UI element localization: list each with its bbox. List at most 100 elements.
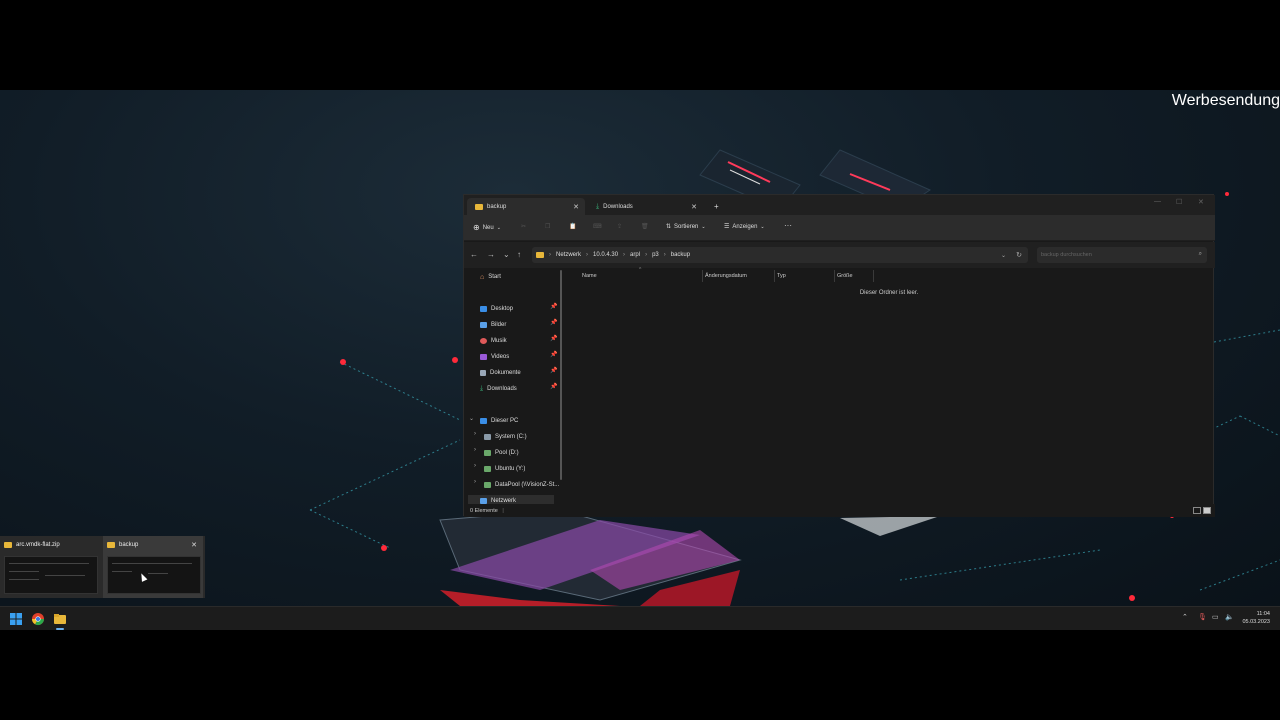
sidebar-item-videos[interactable]: Videos (480, 351, 509, 363)
home-icon: ⌂ (480, 273, 485, 281)
sidebar-item-drive-d[interactable]: Pool (D:) (484, 447, 519, 459)
chevron-down-icon[interactable]: ⌄ (469, 415, 474, 422)
new-label: Neu (482, 224, 494, 231)
tiles-view-icon[interactable] (1203, 507, 1211, 514)
up-icon[interactable]: ↑ (517, 250, 521, 259)
sidebar-item-downloads[interactable]: ⤓ Downloads (480, 383, 517, 395)
sidebar-item-drive-c[interactable]: System (C:) (484, 431, 527, 443)
column-header-size[interactable]: Größe (837, 273, 853, 279)
chevron-right-icon[interactable]: › (474, 431, 476, 437)
pin-icon: 📌 (550, 336, 558, 342)
search-placeholder: backup durchsuchen (1041, 252, 1092, 258)
chevron-right-icon: › (623, 252, 626, 258)
sidebar-item-label: Downloads (487, 386, 517, 392)
sidebar-item-pictures[interactable]: Bilder (480, 319, 506, 331)
sidebar-item-documents[interactable]: Dokumente (480, 367, 521, 379)
tab-downloads[interactable]: ⤓ Downloads ✕ (588, 198, 703, 215)
chrome-icon[interactable] (31, 612, 45, 626)
sidebar-item-label: Start (488, 274, 501, 280)
chevron-right-icon[interactable]: › (474, 447, 476, 453)
pin-icon: 📌 (550, 304, 558, 310)
minimize-icon[interactable]: — (1154, 198, 1161, 205)
sidebar-item-label: Ubuntu (Y:) (495, 466, 526, 472)
column-header-type[interactable]: Typ (777, 273, 786, 279)
close-thumbnail-icon[interactable]: ✕ (191, 541, 197, 549)
sidebar-item-datapool[interactable]: DataPool (\\VisionZ-St... (484, 479, 560, 491)
sidebar-item-label: Desktop (491, 306, 514, 312)
file-explorer-icon[interactable] (53, 612, 67, 626)
address-dropdown-icon[interactable]: ⌄ (1001, 252, 1006, 259)
sidebar-scrollbar[interactable] (560, 270, 562, 480)
file-explorer-window[interactable]: backup ✕ ⤓ Downloads ✕ + — ☐ ✕ ⊕ Neu ⌄ ✂… (463, 194, 1215, 517)
view-icon: ☰ (724, 224, 730, 230)
share-icon[interactable]: ⇪ (617, 223, 622, 230)
search-input[interactable]: backup durchsuchen ⌕ (1037, 247, 1207, 263)
close-tab-icon[interactable]: ✕ (691, 203, 697, 211)
back-icon[interactable]: ← (470, 250, 478, 259)
address-bar[interactable]: › Netzwerk › 10.0.4.30 › arpl › p3 › bac… (532, 247, 1028, 263)
microphone-icon[interactable]: 🎙 (1198, 613, 1207, 621)
letterbox-bottom (0, 630, 1280, 720)
item-count: 0 Elemente (470, 508, 498, 514)
thumbnail-arc-zip[interactable]: arc.vmdk-flat.zip (0, 536, 100, 598)
maximize-icon[interactable]: ☐ (1176, 198, 1182, 206)
empty-folder-message: Dieser Ordner ist leer. (859, 290, 919, 296)
rename-icon[interactable]: ⌨ (593, 223, 602, 230)
sidebar-item-label: Pool (D:) (495, 450, 519, 456)
sidebar-item-start[interactable]: ⌂ Start (480, 271, 501, 283)
desktop-icon (480, 306, 487, 312)
windows-start-icon[interactable] (9, 612, 23, 626)
thumbnail-backup[interactable]: backup ✕ (103, 536, 203, 598)
tab-backup[interactable]: backup ✕ (467, 198, 585, 215)
column-divider[interactable] (702, 270, 703, 282)
column-header-date[interactable]: Änderungsdatum (705, 273, 747, 279)
network-status-icon[interactable]: ▭ (1212, 613, 1219, 621)
sidebar-item-drive-y[interactable]: Ubuntu (Y:) (484, 463, 525, 475)
sidebar-item-label: Bilder (491, 322, 507, 328)
clock[interactable]: 11:04 05.03.2023 (1242, 610, 1270, 626)
close-tab-icon[interactable]: ✕ (573, 203, 579, 211)
tab-label: Downloads (603, 203, 633, 210)
computer-icon (480, 418, 487, 424)
thumbnail-title: backup (107, 542, 138, 548)
paste-icon[interactable]: 📋 (569, 223, 576, 230)
more-options-button[interactable]: ··· (784, 221, 792, 230)
close-window-icon[interactable]: ✕ (1198, 198, 1204, 206)
delete-icon[interactable]: 🗑 (641, 223, 649, 230)
show-hidden-icons[interactable]: ⌃ (1182, 613, 1188, 621)
sidebar-item-this-pc[interactable]: Dieser PC (480, 415, 518, 427)
refresh-icon[interactable]: ↻ (1016, 251, 1022, 259)
breadcrumb-item[interactable]: arpl (630, 252, 640, 258)
network-drive-icon (484, 482, 491, 488)
sidebar-item-label: Videos (491, 354, 510, 360)
forward-icon[interactable]: → (487, 250, 495, 259)
thumbnail-title: arc.vmdk-flat.zip (4, 542, 60, 548)
column-divider[interactable] (834, 270, 835, 282)
new-button[interactable]: ⊕ Neu ⌄ (473, 223, 501, 232)
sidebar-item-music[interactable]: Musik (480, 335, 507, 347)
sidebar-item-label: Dokumente (490, 370, 521, 376)
breadcrumb-item[interactable]: backup (671, 252, 690, 258)
chevron-right-icon[interactable]: › (474, 479, 476, 485)
column-divider[interactable] (774, 270, 775, 282)
volume-icon[interactable]: 🔈 (1225, 613, 1234, 621)
recent-dropdown-icon[interactable]: ⌄ (503, 250, 510, 259)
sort-button[interactable]: ⇅ Sortieren ⌄ (666, 223, 706, 231)
details-view-icon[interactable] (1193, 507, 1201, 514)
cut-icon[interactable]: ✂ (521, 223, 526, 230)
chevron-right-icon[interactable]: › (474, 463, 476, 469)
column-divider[interactable] (873, 270, 874, 282)
folder-icon (107, 542, 115, 548)
breadcrumb-item[interactable]: Netzwerk (556, 252, 581, 258)
view-button[interactable]: ☰ Anzeigen ⌄ (724, 223, 765, 231)
column-header-name[interactable]: Name (582, 273, 597, 279)
copy-icon[interactable]: ❐ (545, 223, 550, 230)
clock-date: 05.03.2023 (1242, 619, 1270, 625)
new-tab-button[interactable]: + (710, 198, 724, 215)
breadcrumb-item[interactable]: 10.0.4.30 (593, 252, 618, 258)
taskbar-thumbnail-popup: arc.vmdk-flat.zip backup ✕ (0, 536, 205, 598)
breadcrumb-item[interactable]: p3 (652, 252, 659, 258)
sidebar-item-desktop[interactable]: Desktop (480, 303, 513, 315)
status-bar: 0 Elemente | (464, 504, 1215, 517)
documents-icon (480, 370, 486, 376)
